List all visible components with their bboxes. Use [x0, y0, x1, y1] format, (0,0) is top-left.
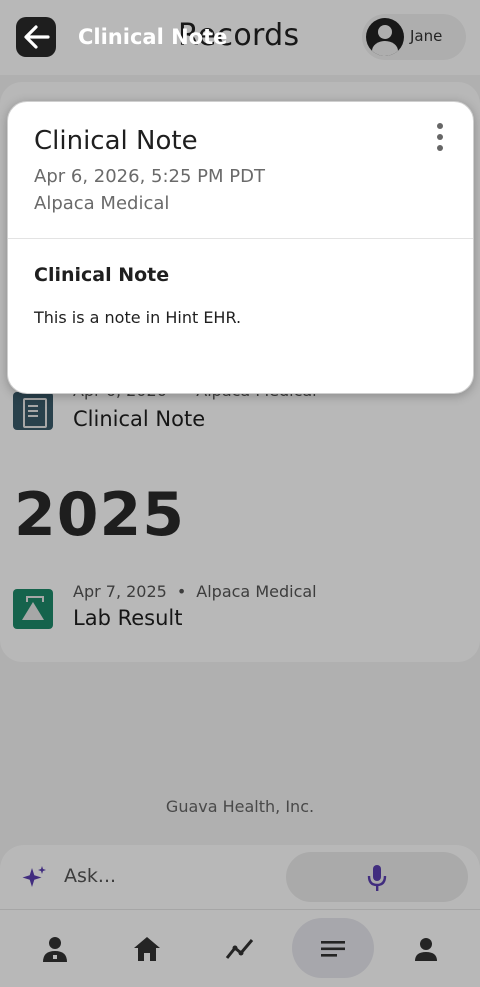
modal-top-bar: Clinical Note [0, 0, 480, 75]
back-arrow-icon[interactable] [22, 22, 52, 52]
modal-top-title: Clinical Note [78, 25, 228, 49]
note-title: Clinical Note [34, 126, 198, 156]
note-section-heading: Clinical Note [34, 264, 170, 286]
note-date: Apr 6, 2026, 5:25 PM PDT [34, 166, 265, 187]
more-options-icon[interactable] [432, 122, 448, 152]
note-body-text: This is a note in Hint EHR. [34, 308, 242, 327]
note-organization: Alpaca Medical [34, 193, 170, 214]
clinical-note-card: Clinical Note Apr 6, 2026, 5:25 PM PDT A… [7, 101, 474, 394]
divider [8, 238, 473, 239]
